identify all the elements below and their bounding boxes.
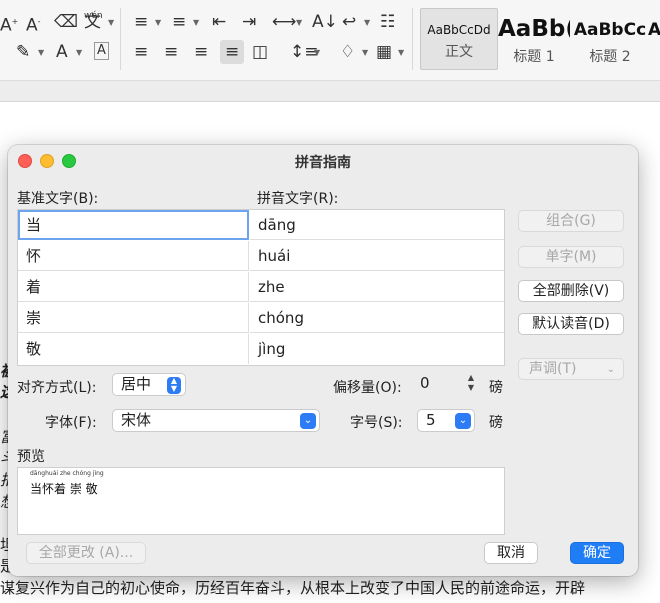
pinyin-text-field[interactable]: huái bbox=[250, 241, 504, 271]
chevron-down-icon[interactable]: ▼ bbox=[155, 18, 161, 27]
font-size-increase-icon[interactable]: A+ bbox=[0, 12, 18, 36]
chevron-down-icon: ⌄ bbox=[455, 413, 471, 429]
base-text-field[interactable]: 敬 bbox=[18, 334, 249, 364]
pinyin-text-field[interactable]: dāng bbox=[250, 210, 504, 240]
highlight-icon[interactable]: ✎ bbox=[16, 42, 30, 62]
tone-label: 声调(T) bbox=[529, 361, 577, 377]
increase-indent-icon[interactable]: ⇥ bbox=[242, 12, 256, 32]
stepper-arrows-icon[interactable]: ▲ ▼ bbox=[468, 373, 474, 393]
phonetic-guide-dialog: 拼音指南 基准文字(B): 拼音文字(R): 当 dāng 怀 huái 着 z… bbox=[8, 145, 638, 576]
borders-icon[interactable]: ▦ bbox=[376, 42, 392, 62]
font-color-icon[interactable]: A bbox=[56, 42, 68, 62]
font-label: 字体(F): bbox=[45, 415, 97, 431]
preview-text: 当怀着 崇 敬 bbox=[30, 482, 98, 496]
char-border-icon[interactable]: A bbox=[94, 42, 109, 60]
clear-format-icon[interactable]: ⌫ bbox=[54, 12, 78, 32]
style-sample: AaBbCc bbox=[573, 20, 647, 40]
size-label: 字号(S): bbox=[350, 415, 403, 431]
chevron-down-icon[interactable]: ▼ bbox=[38, 48, 44, 57]
chevron-down-icon[interactable]: ▼ bbox=[362, 48, 368, 57]
up-down-arrows-icon: ▲ ▼ bbox=[167, 377, 181, 394]
base-text-field[interactable]: 当 bbox=[18, 210, 249, 240]
preview-label: 预览 bbox=[17, 449, 45, 465]
bullets-icon[interactable]: ≡ bbox=[134, 12, 148, 32]
style-sample: A bbox=[648, 20, 660, 40]
sort-icon[interactable]: A↓ bbox=[312, 12, 338, 32]
document-line: 谋复兴作为自己的初心使命，历经百年奋斗，从根本上改变了中国人民的前途命运，开辟 bbox=[0, 579, 586, 597]
chevron-down-icon[interactable]: ▼ bbox=[76, 48, 82, 57]
combine-button[interactable]: 组合(G) bbox=[518, 210, 624, 232]
style-heading-1[interactable]: AaBb( 标题 1 bbox=[498, 8, 570, 68]
style-name: 正文 bbox=[445, 44, 473, 60]
cancel-button[interactable]: 取消 bbox=[484, 542, 538, 564]
font-size-decrease-icon[interactable]: A- bbox=[26, 12, 41, 36]
chevron-down-icon[interactable]: ▼ bbox=[364, 18, 370, 27]
chevron-down-icon[interactable]: ▼ bbox=[314, 48, 320, 57]
pinyin-text-field[interactable]: jìng bbox=[250, 334, 504, 364]
apply-all-button[interactable]: 全部更改 (A)... bbox=[26, 542, 146, 564]
phonetic-grid: 当 dāng 怀 huái 着 zhe 崇 chóng 敬 jìng bbox=[17, 209, 505, 366]
align-left-icon[interactable]: ≡ bbox=[134, 42, 148, 62]
ok-button[interactable]: 确定 bbox=[570, 542, 624, 564]
shading-icon[interactable]: ♢ bbox=[340, 42, 355, 62]
pinyin-text-label: 拼音文字(R): bbox=[257, 191, 339, 207]
base-text-field[interactable]: 怀 bbox=[18, 241, 249, 271]
phonetic-guide-icon[interactable]: wén 文 bbox=[84, 11, 103, 32]
line-break-icon[interactable]: ↩ bbox=[342, 12, 356, 32]
style-sample: AaBbCcDd bbox=[427, 23, 491, 37]
style-sample: AaBb( bbox=[498, 16, 570, 42]
decrease-indent-icon[interactable]: ⇤ bbox=[212, 12, 226, 32]
base-text-field[interactable]: 着 bbox=[18, 272, 249, 302]
chevron-down-icon[interactable]: ▼ bbox=[108, 18, 114, 27]
preview-pinyin: dānghuái zhe chóng jìng bbox=[30, 470, 104, 477]
size-value: 5 bbox=[426, 411, 436, 429]
preview-box: dānghuái zhe chóng jìng 当怀着 崇 敬 bbox=[17, 467, 505, 535]
style-normal[interactable]: AaBbCcDd 正文 bbox=[420, 8, 498, 70]
base-text-field[interactable]: 崇 bbox=[18, 303, 249, 333]
table-icon[interactable]: ☷ bbox=[380, 12, 395, 32]
font-select[interactable]: 宋体 ⌄ bbox=[112, 409, 320, 432]
distributed-icon[interactable]: ◫ bbox=[252, 42, 268, 62]
alignment-label: 对齐方式(L): bbox=[17, 380, 97, 396]
single-char-button[interactable]: 单字(M) bbox=[518, 246, 624, 268]
offset-label: 偏移量(O): bbox=[333, 380, 402, 396]
offset-stepper[interactable]: 0 ▲ ▼ bbox=[412, 373, 480, 396]
ribbon-separator bbox=[120, 8, 121, 70]
tone-dropdown[interactable]: 声调(T) ⌄ bbox=[518, 358, 624, 380]
style-name: 标题 1 bbox=[513, 49, 555, 65]
style-heading-3[interactable]: A bbox=[648, 8, 660, 68]
size-select[interactable]: 5 ⌄ bbox=[417, 409, 475, 432]
dialog-title: 拼音指南 bbox=[295, 155, 351, 171]
size-unit: 磅 bbox=[489, 415, 503, 431]
clear-all-button[interactable]: 全部删除(V) bbox=[518, 280, 624, 302]
alignment-value: 居中 bbox=[121, 375, 152, 393]
styles-gallery: AaBbCcDd 正文 AaBb( 标题 1 AaBbCc 标题 2 A bbox=[420, 8, 660, 70]
pinyin-text-field[interactable]: chóng bbox=[250, 303, 504, 333]
style-name: 标题 2 bbox=[589, 49, 631, 65]
style-heading-2[interactable]: AaBbCc 标题 2 bbox=[572, 8, 648, 68]
text-direction-icon[interactable]: ⟷ bbox=[272, 12, 296, 32]
base-text-label: 基准文字(B): bbox=[17, 191, 99, 207]
ruler-strip bbox=[0, 81, 660, 102]
chevron-down-icon[interactable]: ▼ bbox=[193, 18, 199, 27]
chevron-down-icon[interactable]: ▼ bbox=[398, 48, 404, 57]
offset-value: 0 bbox=[420, 374, 430, 392]
justify-icon[interactable]: ≡ bbox=[220, 40, 245, 64]
chevron-down-icon: ⌄ bbox=[606, 364, 615, 375]
alignment-select[interactable]: 居中 ▲ ▼ bbox=[112, 373, 186, 396]
title-bar: 拼音指南 bbox=[8, 145, 638, 175]
align-right-icon[interactable]: ≡ bbox=[194, 42, 208, 62]
offset-unit: 磅 bbox=[489, 380, 503, 396]
chevron-down-icon: ⌄ bbox=[300, 413, 316, 429]
default-reading-button[interactable]: 默认读音(D) bbox=[518, 313, 624, 335]
align-center-icon[interactable]: ≡ bbox=[164, 42, 178, 62]
font-value: 宋体 bbox=[121, 411, 152, 429]
numbering-icon[interactable]: ≡ bbox=[172, 12, 186, 32]
ribbon-separator bbox=[412, 8, 413, 70]
chevron-down-icon[interactable]: ▼ bbox=[296, 18, 302, 27]
ribbon-toolbar: A+ A- ⌫ wén 文 ▼ ≡ ▼ ≡ ▼ ⇤ ⇥ ⟷ ▼ A↓ ↩ ▼ ☷ … bbox=[0, 0, 660, 81]
pinyin-text-field[interactable]: zhe bbox=[250, 272, 504, 302]
